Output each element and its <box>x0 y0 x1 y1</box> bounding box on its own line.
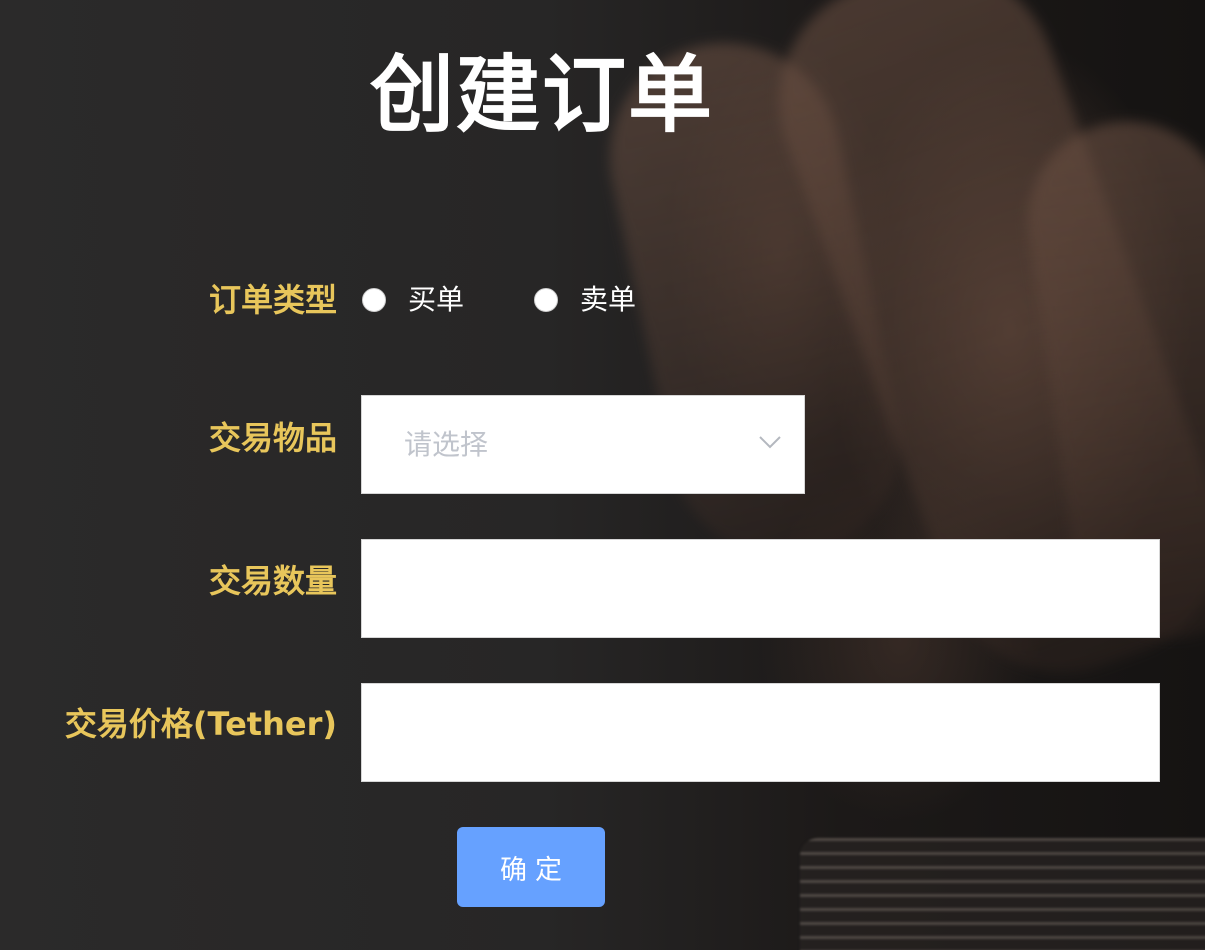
item-label: 交易物品 <box>208 419 337 457</box>
page-title: 创建订单 <box>370 46 715 144</box>
order-type-label: 订单类型 <box>208 281 337 319</box>
radio-sell[interactable]: 卖单 <box>534 284 636 316</box>
background-jar <box>800 838 1205 950</box>
chevron-down-icon <box>759 436 781 449</box>
quantity-input[interactable] <box>361 539 1160 638</box>
radio-circle[interactable] <box>362 288 386 312</box>
radio-circle[interactable] <box>534 288 559 312</box>
submit-button[interactable]: 确定 <box>457 827 605 907</box>
order-type-radio-group: 买单 卖单 <box>362 284 706 316</box>
price-label: 交易价格(Tether) <box>64 705 337 743</box>
radio-buy-label: 买单 <box>408 283 465 316</box>
radio-sell-label: 卖单 <box>580 283 637 316</box>
radio-buy[interactable]: 买单 <box>362 284 464 316</box>
item-select-placeholder: 请选择 <box>404 428 489 461</box>
item-select[interactable]: 请选择 <box>361 395 805 494</box>
price-input[interactable] <box>361 683 1160 782</box>
quantity-label: 交易数量 <box>208 562 337 600</box>
